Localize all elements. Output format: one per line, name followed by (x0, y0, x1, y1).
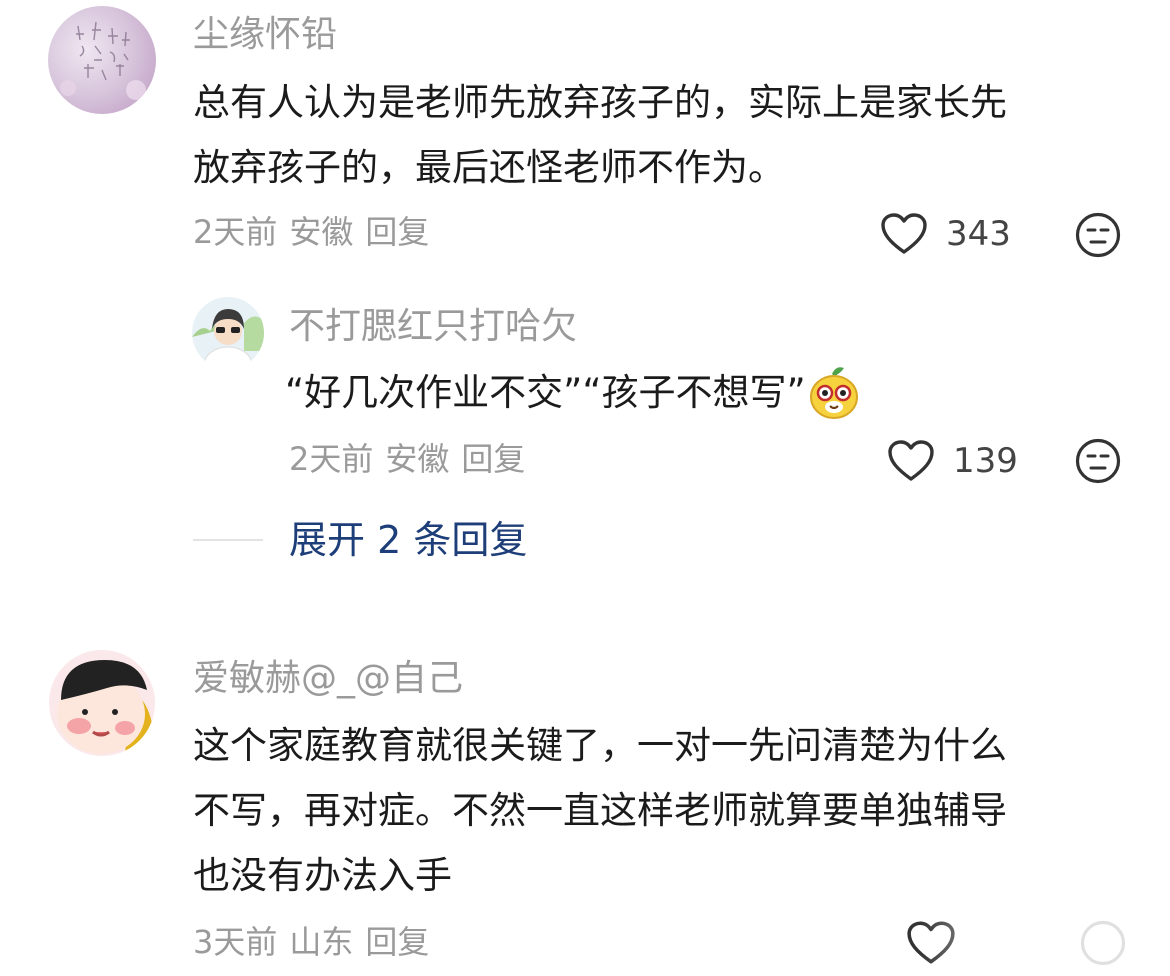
comment-location: 安徽 (289, 213, 354, 251)
reply-button[interactable]: 回复 (365, 923, 429, 961)
reply-text[interactable]: “好几次作业不交”“孩子不想写” (285, 360, 860, 425)
dislike-button[interactable] (1075, 212, 1121, 258)
comment-username[interactable]: 爱敏赫@_@自己 (193, 657, 463, 701)
avatar-calligraphy-image (48, 6, 156, 114)
reply-like-button[interactable]: 139 (887, 439, 1018, 483)
cartoon-face-emoji (809, 366, 858, 419)
comment-text-line: 总有人认为是老师先放弃孩子的，实际上是家长先 (193, 81, 1007, 124)
comment-meta: 2天前 安徽 回复 (193, 212, 429, 252)
like-count: 343 (946, 214, 1011, 254)
comment-username[interactable]: 尘缘怀铅 (193, 13, 337, 57)
meh-face-icon (1075, 438, 1121, 484)
reply-meta: 2天前 安徽 回复 (289, 439, 525, 479)
comment-time: 3天前 (193, 923, 278, 961)
heart-outline-icon (888, 440, 934, 481)
comment-location: 山东 (289, 923, 354, 961)
reply-like-count: 139 (953, 441, 1018, 481)
reply-button[interactable]: 回复 (365, 213, 429, 251)
reply-location: 安徽 (385, 440, 450, 478)
comment-text-line: 也没有办法入手 (193, 854, 452, 897)
like-button[interactable]: 343 (880, 212, 1011, 256)
reply-username[interactable]: 不打腮红只打哈欠 (289, 305, 577, 349)
comment-text[interactable]: 总有人认为是老师先放弃孩子的，实际上是家长先 放弃孩子的，最后还怪老师不作为。 (193, 70, 1133, 200)
comment-text[interactable]: 这个家庭教育就很关键了，一对一先问清楚为什么 不写，再对症。不然一直这样老师就算… (193, 713, 1133, 908)
comment-text-line: 放弃孩子的，最后还怪老师不作为。 (193, 146, 785, 189)
comment-meta: 3天前 山东 回复 (193, 922, 429, 962)
reply-text-content: “好几次作业不交”“孩子不想写” (285, 371, 806, 414)
expand-divider (193, 539, 263, 541)
reply-dislike-button[interactable] (1075, 438, 1121, 484)
expand-replies-button[interactable]: 展开 2 条回复 (289, 517, 527, 563)
comment-text-line: 不写，再对症。不然一直这样老师就算要单独辅导 (193, 789, 1007, 832)
avatar-girl-image (192, 297, 264, 369)
meh-face-icon (1075, 212, 1121, 258)
avatar[interactable] (48, 6, 156, 114)
comment-time: 2天前 (193, 213, 278, 251)
bottom-fade-overlay (920, 918, 1170, 976)
avatar[interactable] (49, 650, 155, 756)
reply-avatar[interactable] (192, 297, 264, 369)
avatar-cartoon-face-image (49, 650, 155, 756)
reply-time: 2天前 (289, 440, 374, 478)
reply-reply-button[interactable]: 回复 (461, 440, 525, 478)
comment-text-line: 这个家庭教育就很关键了，一对一先问清楚为什么 (193, 724, 1007, 767)
heart-outline-icon (881, 213, 927, 254)
